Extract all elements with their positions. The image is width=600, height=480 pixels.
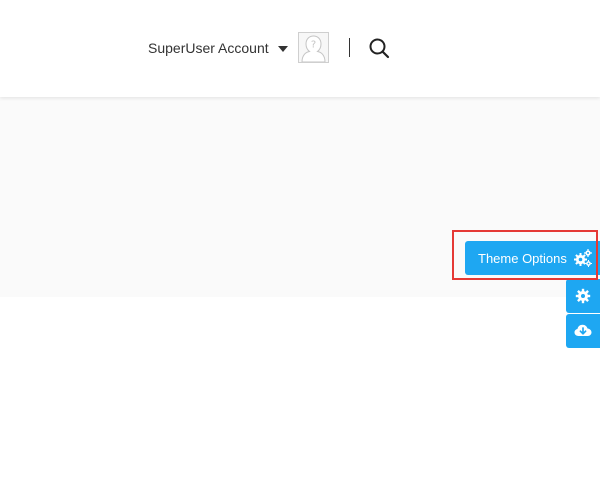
cloud-download-icon (574, 324, 592, 336)
account-label: SuperUser Account (148, 40, 269, 56)
header-divider (349, 38, 350, 57)
account-dropdown[interactable]: SuperUser Account (148, 38, 288, 58)
cogs-icon (574, 249, 592, 267)
search-icon (369, 38, 390, 59)
gear-icon (575, 288, 591, 304)
download-button[interactable] (566, 314, 600, 348)
default-avatar-icon: ? (299, 33, 328, 62)
settings-button[interactable] (566, 279, 600, 313)
caret-down-icon (277, 45, 288, 52)
svg-text:?: ? (311, 40, 316, 51)
search-button[interactable] (368, 37, 390, 59)
avatar[interactable]: ? (298, 32, 329, 63)
theme-options-button[interactable]: Theme Options (465, 241, 600, 275)
site-header: SuperUser Account ? (0, 0, 600, 97)
page: SuperUser Account ? Theme Options (0, 0, 600, 480)
theme-options-label: Theme Options (478, 250, 567, 266)
